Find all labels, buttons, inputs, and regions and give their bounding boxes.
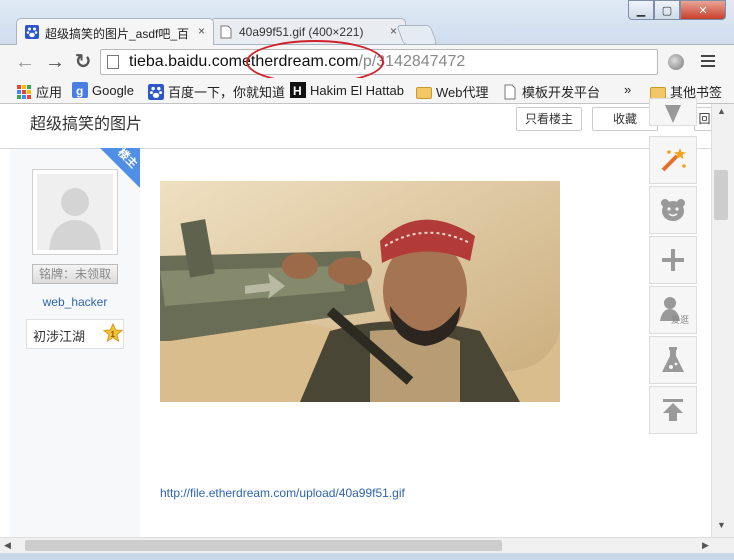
bear-face-icon — [661, 199, 685, 221]
vertical-scrollbar[interactable]: ▲ ▼ — [711, 104, 734, 537]
document-icon — [220, 25, 232, 39]
scroll-down-arrow-icon[interactable]: ▼ — [717, 520, 726, 530]
scroll-left-arrow-icon[interactable]: ◀ — [4, 540, 11, 551]
browser-window: 超级搞笑的图片_asdf吧_百 × 40a99f51.gif (400×221)… — [0, 0, 734, 560]
tab-label: 40a99f51.gif (400×221) — [239, 25, 364, 39]
navigation-toolbar: ← → ↻ tieba.baidu.cometherdream.com/p/31… — [0, 40, 734, 84]
tab-label: 超级搞笑的图片_asdf吧_百 — [45, 27, 190, 41]
lab-button[interactable] — [649, 336, 697, 384]
level-name: 初涉江湖 — [33, 329, 86, 344]
bookmark-baidu[interactable]: 百度一下，你就知道 — [148, 82, 285, 101]
svg-text:H: H — [293, 84, 302, 98]
horizontal-scrollbar[interactable]: ◀ ▶ — [0, 537, 734, 553]
author-panel: 铭牌：未领取 web_hacker 初涉江湖 1 — [10, 149, 140, 537]
tab-strip: 超级搞笑的图片_asdf吧_百 × 40a99f51.gif (400×221)… — [0, 0, 734, 45]
bookmark-label: Web代理 — [436, 85, 489, 100]
svg-text:g: g — [76, 84, 83, 98]
bookmark-label: 应用 — [36, 85, 63, 100]
only-lz-button[interactable]: 只看楼主 — [516, 107, 582, 131]
bookmark-webproxy[interactable]: Web代理 — [416, 82, 489, 101]
minimize-button[interactable]: ▁ — [628, 0, 654, 20]
url-host: tieba.baidu.com — [129, 53, 242, 70]
bookmark-label: 百度一下，你就知道 — [168, 85, 286, 100]
back-to-top-button[interactable] — [649, 386, 697, 434]
bookmark-apps[interactable]: 应用 — [16, 82, 62, 101]
apps-grid-icon — [17, 84, 31, 99]
tab-tieba[interactable]: 超级搞笑的图片_asdf吧_百 × — [16, 18, 214, 45]
horizontal-scroll-thumb[interactable] — [25, 540, 502, 551]
star-level-icon: 1 — [103, 323, 123, 343]
globe-icon[interactable] — [668, 54, 684, 70]
username-link[interactable]: web_hacker — [10, 295, 140, 309]
gif-scene — [160, 181, 560, 402]
forward-button[interactable]: → — [44, 51, 66, 73]
bookmark-label: Hakim El Hattab — [310, 82, 404, 98]
close-tab-icon[interactable]: × — [390, 24, 397, 38]
bookmarks-bar: 应用 g Google 百度一下，你就知道 H Hakim El Hattab … — [0, 78, 734, 104]
close-tab-icon[interactable]: × — [198, 24, 205, 38]
magic-button[interactable] — [649, 136, 697, 184]
address-bar[interactable]: tieba.baidu.cometherdream.com/p/31428474… — [100, 40, 658, 84]
bookmark-template[interactable]: 模板开发平台 — [502, 82, 600, 101]
close-window-button[interactable]: ✕ — [680, 0, 726, 20]
post-gif-image[interactable] — [160, 181, 560, 402]
new-tab-button[interactable] — [396, 25, 438, 45]
h-logo-icon: H — [290, 82, 306, 98]
level-badge[interactable]: 初涉江湖 1 — [26, 319, 124, 349]
page-content: 超级搞笑的图片 只看楼主 收藏 回 铭牌：未领取 web_hacker 初涉江湖… — [0, 104, 711, 537]
baidu-paw-icon — [148, 83, 164, 100]
aiguang-button[interactable]: 爱逛 — [649, 286, 697, 334]
flask-icon — [662, 347, 684, 372]
bookmark-hakim[interactable]: H Hakim El Hattab — [290, 82, 404, 98]
level-number: 1 — [111, 330, 116, 339]
gif-url-link[interactable]: http://file.etherdream.com/upload/40a99f… — [160, 486, 405, 500]
magic-wand-icon — [661, 148, 686, 172]
bookmark-label: 模板开发平台 — [522, 85, 601, 100]
aiguang-label: 爱逛 — [670, 314, 689, 325]
bookmark-overflow[interactable]: » — [624, 82, 631, 97]
folder-icon — [416, 86, 432, 99]
scroll-up-arrow-icon[interactable]: ▲ — [717, 106, 726, 116]
play-icon — [665, 105, 681, 123]
back-to-top-icon — [663, 399, 683, 421]
vertical-scroll-thumb[interactable] — [714, 170, 728, 220]
bookmark-google[interactable]: g Google — [72, 82, 134, 98]
google-icon: g — [72, 82, 88, 98]
scroll-right-arrow-icon[interactable]: ▶ — [702, 540, 709, 551]
plus-icon — [662, 249, 684, 271]
bear-button[interactable] — [649, 186, 697, 234]
nameplate-badge[interactable]: 铭牌：未领取 — [32, 264, 118, 284]
page-icon — [107, 55, 119, 69]
bookmark-label: Google — [92, 82, 134, 98]
thread-title: 超级搞笑的图片 — [30, 116, 143, 133]
document-icon — [504, 84, 516, 99]
back-button[interactable]: ← — [14, 51, 36, 73]
add-button[interactable] — [649, 236, 697, 284]
maximize-button[interactable]: ▢ — [654, 0, 680, 20]
right-floating-toolbar: 爱逛 — [649, 98, 699, 434]
thread-header: 超级搞笑的图片 只看楼主 收藏 回 — [0, 104, 711, 149]
menu-icon[interactable] — [701, 55, 715, 70]
baidu-paw-icon — [25, 25, 39, 39]
reload-button[interactable]: ↻ — [72, 51, 94, 73]
play-button[interactable] — [649, 98, 697, 126]
folder-icon — [650, 86, 666, 99]
